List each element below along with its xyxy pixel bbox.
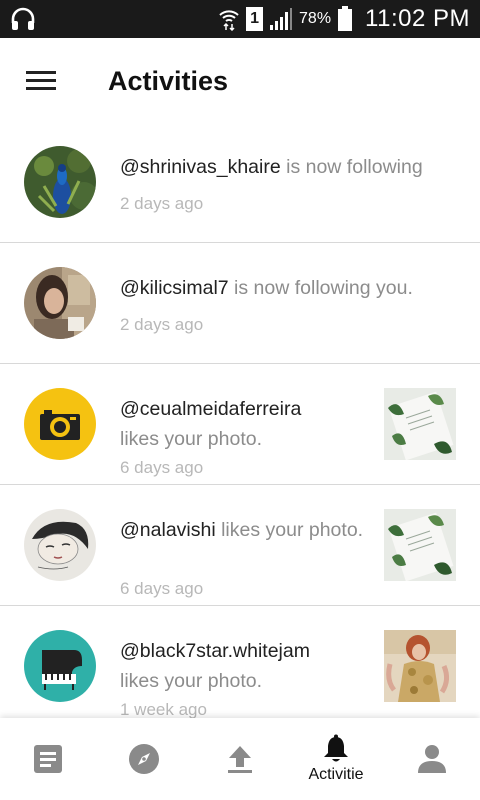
portrait-sketch <box>24 509 96 581</box>
avatar[interactable] <box>24 267 96 339</box>
activity-time: 1 week ago <box>120 700 207 719</box>
piano-icon <box>24 630 96 702</box>
page-title: Activities <box>108 65 229 96</box>
headphones-icon <box>10 7 36 31</box>
peacock-photo <box>24 146 96 218</box>
woman-gold-dress-photo <box>384 630 456 702</box>
battery-icon <box>337 6 353 32</box>
avatar[interactable] <box>24 630 96 702</box>
activity-list: @shrinivas_khaire is now following 2 day… <box>0 122 480 727</box>
bell-icon <box>324 734 348 762</box>
battery-percent: 78% <box>299 10 332 27</box>
username-link[interactable]: @kilicsimal7 <box>120 277 229 299</box>
upload-icon <box>228 746 252 773</box>
leaf-notebook-photo <box>384 388 456 460</box>
activity-text: @nalavishi likes your photo. <box>120 515 364 545</box>
post-thumbnail[interactable] <box>384 630 456 702</box>
nav-activities-label: Activitie <box>308 766 364 783</box>
nav-feed[interactable] <box>0 718 96 800</box>
bottom-nav: Activitie <box>0 718 480 800</box>
profile-icon <box>418 745 446 773</box>
activity-text: @kilicsimal7 is now following you. <box>120 273 460 303</box>
activity-item[interactable]: @black7star.whitejam likes your photo. 1 … <box>0 606 480 727</box>
app-header: Activities <box>0 38 480 124</box>
activity-text: @ceualmeidaferreira likes your photo. <box>120 394 364 454</box>
status-time: 11:02 PM <box>365 5 470 32</box>
sim-icon: 1 <box>246 7 264 31</box>
activity-item[interactable]: @nalavishi likes your photo. 6 days ago <box>0 485 480 606</box>
username-link[interactable]: @black7star.whitejam <box>120 640 310 662</box>
activity-item[interactable]: @kilicsimal7 is now following you. 2 day… <box>0 243 480 364</box>
status-bar: 1 78% 11:02 PM <box>0 0 480 38</box>
post-thumbnail[interactable] <box>384 388 456 460</box>
activity-action: is now following <box>280 156 423 178</box>
hamburger-menu-icon[interactable] <box>26 66 66 96</box>
activity-time: 2 days ago <box>120 315 204 334</box>
username-link[interactable]: @nalavishi <box>120 519 216 541</box>
avatar[interactable] <box>24 388 96 460</box>
wifi-data-icon <box>218 7 240 31</box>
nav-profile[interactable] <box>384 718 480 800</box>
nav-explore[interactable] <box>96 718 192 800</box>
activity-action: likes your photo. <box>215 519 364 541</box>
signal-icon <box>269 7 293 31</box>
activity-time: 2 days ago <box>120 194 204 213</box>
username-link[interactable]: @shrinivas_khaire <box>120 156 281 178</box>
activity-action: is now following you. <box>228 277 413 299</box>
activity-text: @black7star.whitejam likes your photo. <box>120 636 364 696</box>
compass-icon <box>129 744 159 774</box>
avatar[interactable] <box>24 146 96 218</box>
nav-upload[interactable] <box>192 718 288 800</box>
nav-activities[interactable]: Activitie <box>288 718 384 800</box>
activity-action: likes your photo. <box>120 670 262 692</box>
feed-icon <box>34 745 62 773</box>
activity-text: @shrinivas_khaire is now following <box>120 152 460 182</box>
activity-item[interactable]: @shrinivas_khaire is now following 2 day… <box>0 122 480 243</box>
person-photo <box>24 267 96 339</box>
camera-icon <box>24 388 96 460</box>
avatar[interactable] <box>24 509 96 581</box>
leaf-notebook-photo <box>384 509 456 581</box>
activity-time: 6 days ago <box>120 579 204 598</box>
activity-action: likes your photo. <box>120 428 262 450</box>
post-thumbnail[interactable] <box>384 509 456 581</box>
activity-item[interactable]: @ceualmeidaferreira likes your photo. 6 d… <box>0 364 480 485</box>
activity-time: 6 days ago <box>120 458 204 477</box>
username-link[interactable]: @ceualmeidaferreira <box>120 398 301 420</box>
